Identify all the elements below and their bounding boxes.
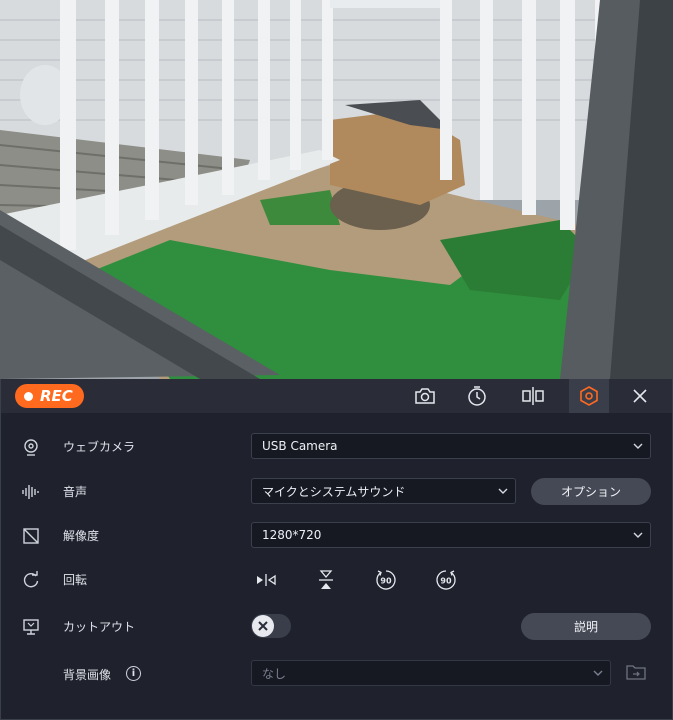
cutout-row: カットアウト 説明 xyxy=(1,607,672,647)
x-icon xyxy=(258,621,268,631)
webcam-row: ウェブカメラ USB Camera xyxy=(1,427,672,467)
rec-label: REC xyxy=(40,387,73,405)
timer-icon xyxy=(468,386,486,406)
flip-horizontal-icon xyxy=(257,574,276,586)
close-button[interactable] xyxy=(620,379,660,413)
audio-row: 音声 マイクとシステムサウンド オプション xyxy=(1,472,672,512)
cutout-toggle[interactable] xyxy=(251,614,291,638)
webcam-label: ウェブカメラ xyxy=(63,440,136,454)
background-select[interactable]: なし xyxy=(251,660,611,686)
rotate-right-icon: 90 xyxy=(436,570,456,590)
webcam-select[interactable]: USB Camera xyxy=(251,433,651,459)
rotate-left-icon: 90 xyxy=(376,570,396,590)
flip-vertical-icon xyxy=(319,570,333,589)
audio-select-value: マイクとシステムサウンド xyxy=(262,484,406,499)
camera-snapshot-icon xyxy=(415,388,435,404)
resolution-icon xyxy=(21,526,41,546)
flip-vertical-button[interactable] xyxy=(313,568,339,592)
mirror-button[interactable] xyxy=(513,379,553,413)
chevron-down-icon xyxy=(633,443,643,449)
record-dot-icon xyxy=(24,391,33,401)
toolbar: REC xyxy=(1,379,672,413)
background-select-value: なし xyxy=(262,666,287,681)
chevron-down-icon xyxy=(593,670,603,676)
rotate-right-90-button[interactable]: 90 xyxy=(433,568,459,592)
rotate-left-90-button[interactable]: 90 xyxy=(373,568,399,592)
resolution-select[interactable]: 1280*720 xyxy=(251,522,651,548)
preview-image xyxy=(0,0,673,379)
hexagon-settings-icon xyxy=(580,386,598,406)
browse-folder-button[interactable] xyxy=(625,661,647,683)
rotation-row: 回転 90 90 xyxy=(1,560,672,600)
flip-horizontal-button[interactable] xyxy=(253,568,279,592)
toggle-off-knob xyxy=(252,615,274,637)
audio-waveform-icon xyxy=(21,482,41,502)
info-icon[interactable]: i xyxy=(126,666,141,681)
snapshot-button[interactable] xyxy=(405,379,445,413)
cutout-help-label: 説明 xyxy=(573,620,598,634)
cutout-icon xyxy=(21,617,41,637)
rotate-icon xyxy=(21,570,41,590)
chevron-down-icon xyxy=(498,488,508,494)
rotate-right-label: 90 xyxy=(440,577,452,586)
audio-options-button[interactable]: オプション xyxy=(531,478,651,505)
rotate-left-label: 90 xyxy=(380,577,392,586)
cutout-help-button[interactable]: 説明 xyxy=(521,613,651,640)
webcam-select-value: USB Camera xyxy=(262,439,338,453)
mirror-icon xyxy=(522,387,544,405)
background-row: 背景画像 i なし xyxy=(1,655,672,695)
webcam-settings-panel: REC ウェブカメラ USB Camera 音声 マイクとシステムサウンド オプ… xyxy=(0,379,673,720)
rec-button[interactable]: REC xyxy=(15,384,84,408)
close-icon xyxy=(633,389,647,403)
cutout-label: カットアウト xyxy=(63,620,136,634)
background-label: 背景画像 xyxy=(63,668,112,682)
timer-button[interactable] xyxy=(457,379,497,413)
rotation-label: 回転 xyxy=(63,573,88,587)
audio-label: 音声 xyxy=(63,485,88,499)
audio-options-label: オプション xyxy=(560,485,621,499)
folder-icon xyxy=(626,665,646,680)
resolution-row: 解像度 1280*720 xyxy=(1,516,672,556)
chevron-down-icon xyxy=(633,532,643,538)
resolution-label: 解像度 xyxy=(63,529,100,543)
settings-tab-button[interactable] xyxy=(569,379,609,413)
webcam-preview xyxy=(0,0,673,379)
resolution-select-value: 1280*720 xyxy=(262,528,322,542)
audio-select[interactable]: マイクとシステムサウンド xyxy=(251,478,516,504)
webcam-icon xyxy=(21,437,41,457)
